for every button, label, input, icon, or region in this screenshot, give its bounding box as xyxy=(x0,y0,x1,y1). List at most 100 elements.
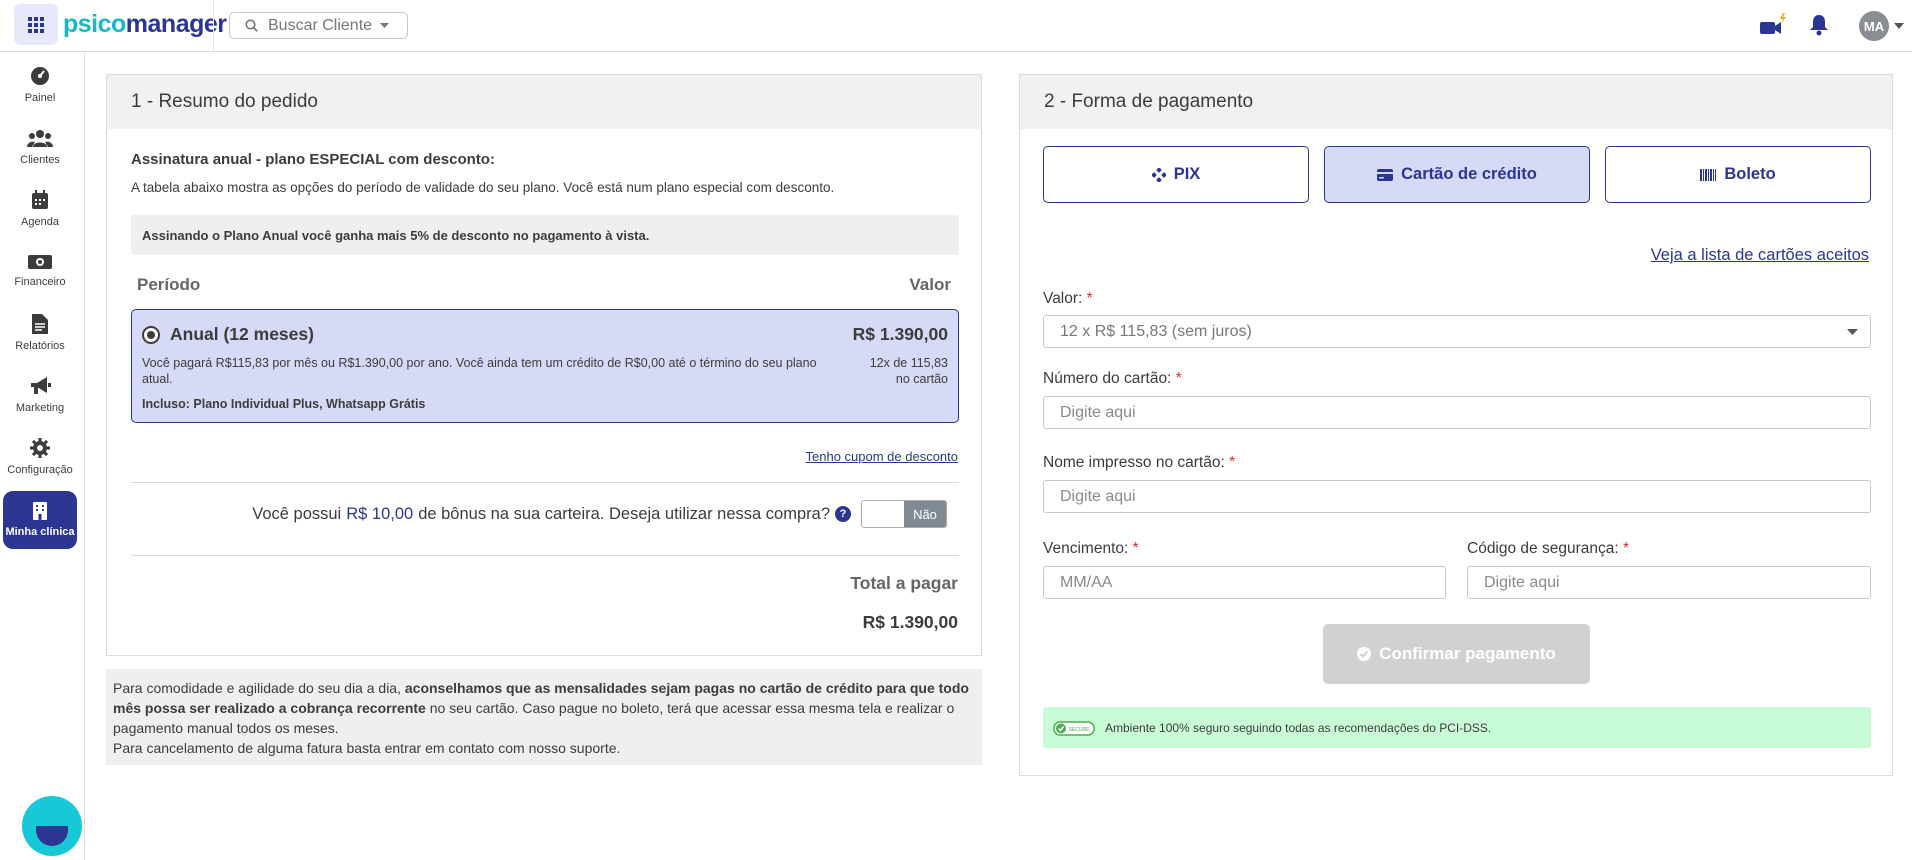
divider xyxy=(131,482,959,483)
pix-label: PIX xyxy=(1173,165,1201,183)
chevron-down-icon xyxy=(380,22,390,28)
plan-radio[interactable] xyxy=(142,326,160,344)
sidebar-item-agenda[interactable]: Agenda xyxy=(3,181,77,237)
credit-card-button[interactable]: Cartão de crédito xyxy=(1324,146,1590,203)
expiry-label-text: Vencimento: xyxy=(1043,540,1129,557)
credit-card-icon xyxy=(1377,168,1394,181)
required-mark: * xyxy=(1132,540,1139,557)
accepted-cards-link[interactable]: Veja a lista de cartões aceitos xyxy=(1651,246,1869,265)
support-chat-button[interactable] xyxy=(22,796,82,856)
pix-button[interactable]: PIX xyxy=(1043,146,1309,203)
sidebar-item-marketing[interactable]: Marketing xyxy=(3,367,77,423)
secure-environment-notice: SECURE Ambiente 100% seguro seguindo tod… xyxy=(1043,707,1871,748)
total-label: Total a pagar xyxy=(850,573,958,593)
sidebar-item-label: Agenda xyxy=(21,216,59,228)
security-code-input[interactable] xyxy=(1467,566,1871,599)
use-bonus-toggle[interactable]: Não xyxy=(861,500,947,528)
value-label: Valor: * xyxy=(1043,290,1093,308)
annual-promo-notice: Assinando o Plano Anual você ganha mais … xyxy=(131,215,959,255)
security-code-label-text: Código de segurança: xyxy=(1467,540,1619,557)
dashboard-icon xyxy=(31,67,49,85)
sidebar-item-minha-clinica[interactable]: Minha clínica xyxy=(3,491,77,549)
sidebar-item-label: Marketing xyxy=(15,402,65,414)
order-summary-heading: 1 - Resumo do pedido xyxy=(107,75,981,129)
payment-advice-note: Para comodidade e agilidade do seu dia a… xyxy=(106,669,982,765)
plan-price: R$ 1.390,00 xyxy=(852,324,948,344)
sidebar-item-label: Minha clínica xyxy=(5,526,75,538)
toggle-knob xyxy=(862,501,904,527)
required-mark: * xyxy=(1086,290,1093,307)
expiry-input[interactable] xyxy=(1043,566,1446,599)
money-icon xyxy=(28,255,52,269)
note-start: Para comodidade e agilidade do seu dia a… xyxy=(113,680,401,696)
confirm-payment-label: Confirmar pagamento xyxy=(1379,644,1556,663)
installments-selected-value: 12 x R$ 115,83 (sem juros) xyxy=(1060,322,1252,340)
installments-method: no cartão xyxy=(895,372,948,386)
bonus-question: de bônus na sua carteira. Deseja utiliza… xyxy=(418,504,830,523)
coupon-link[interactable]: Tenho cupom de desconto xyxy=(806,449,959,464)
note-cancel: Para cancelamento de alguma fatura basta… xyxy=(113,740,621,756)
search-client-button[interactable]: Buscar Cliente xyxy=(229,12,408,39)
app-logo[interactable]: psicomanager xyxy=(63,10,227,39)
search-client-label: Buscar Cliente xyxy=(268,16,373,34)
video-call-button[interactable] xyxy=(1758,13,1788,42)
sidebar-item-label: Configuração xyxy=(7,464,73,476)
chevron-down-icon xyxy=(1847,329,1858,335)
user-avatar[interactable]: MA xyxy=(1859,11,1889,41)
search-icon xyxy=(245,19,258,32)
plan-name: Anual (12 meses) xyxy=(170,324,314,344)
sidebar-item-label: Clientes xyxy=(20,154,60,166)
wallet-bonus-row: Você possui R$ 10,00 de bônus na sua car… xyxy=(252,500,947,528)
required-mark: * xyxy=(1622,540,1630,557)
video-camera-icon xyxy=(1760,13,1786,34)
apps-grid-icon xyxy=(28,16,44,33)
sidebar-item-configuracao[interactable]: Configuração xyxy=(3,429,77,485)
installments-select[interactable]: 12 x R$ 115,83 (sem juros) xyxy=(1043,315,1871,348)
sidebar-item-painel[interactable]: Painel xyxy=(3,57,77,113)
card-name-label-text: Nome impresso no cartão: xyxy=(1043,454,1225,471)
card-number-input[interactable] xyxy=(1043,396,1871,429)
sidebar-item-clientes[interactable]: Clientes xyxy=(3,119,77,175)
sidebar-item-label: Painel xyxy=(24,92,56,104)
sidebar-item-label: Financeiro xyxy=(14,276,66,288)
credit-card-label: Cartão de crédito xyxy=(1401,165,1537,183)
card-name-input[interactable] xyxy=(1043,480,1871,513)
logo-part-psico: psico xyxy=(63,10,126,38)
topbar-divider xyxy=(213,0,214,52)
help-icon[interactable]: ? xyxy=(835,506,851,522)
order-summary-panel: 1 - Resumo do pedido Assinatura anual - … xyxy=(106,74,982,656)
total-value: R$ 1.390,00 xyxy=(862,612,958,632)
logo-part-manager: manager xyxy=(125,10,227,38)
sidebar-item-relatorios[interactable]: Relatórios xyxy=(3,305,77,361)
expiry-label: Vencimento: * xyxy=(1043,540,1139,558)
confirm-payment-button[interactable]: Confirmar pagamento xyxy=(1323,624,1590,684)
boleto-button[interactable]: Boleto xyxy=(1605,146,1871,203)
barcode-icon xyxy=(1700,168,1717,181)
secure-badge-icon: SECURE xyxy=(1053,720,1095,736)
sidebar-item-financeiro[interactable]: Financeiro xyxy=(3,243,77,299)
gear-icon xyxy=(30,438,50,458)
period-column-header: Período xyxy=(137,275,201,294)
subscription-description: A tabela abaixo mostra as opções do perí… xyxy=(131,180,835,195)
bell-icon xyxy=(1810,15,1828,36)
security-code-label: Código de segurança: * xyxy=(1467,540,1629,558)
required-mark: * xyxy=(1229,454,1236,471)
report-icon xyxy=(32,314,48,334)
plan-installments: 12x de 115,83 no cartão xyxy=(870,355,948,387)
payment-heading: 2 - Forma de pagamento xyxy=(1020,75,1892,129)
promo-text: Assinando o Plano Anual você ganha mais … xyxy=(142,227,650,243)
check-circle-icon xyxy=(1357,647,1372,661)
card-number-label-text: Número do cartão: xyxy=(1043,370,1172,387)
notifications-button[interactable] xyxy=(1809,14,1829,41)
annual-plan-option[interactable]: Anual (12 meses) R$ 1.390,00 Você pagará… xyxy=(131,309,959,423)
toggle-label: Não xyxy=(904,501,946,527)
bonus-prefix: Você possui xyxy=(252,504,342,523)
value-column-header: Valor xyxy=(909,275,951,294)
users-icon xyxy=(27,130,53,147)
chevron-down-icon[interactable] xyxy=(1894,23,1904,29)
megaphone-icon xyxy=(31,377,51,394)
apps-grid-button[interactable] xyxy=(14,4,58,45)
sidebar-item-label: Relatórios xyxy=(15,340,65,352)
subscription-title: Assinatura anual - plano ESPECIAL com de… xyxy=(131,151,495,168)
calendar-icon xyxy=(32,190,48,209)
